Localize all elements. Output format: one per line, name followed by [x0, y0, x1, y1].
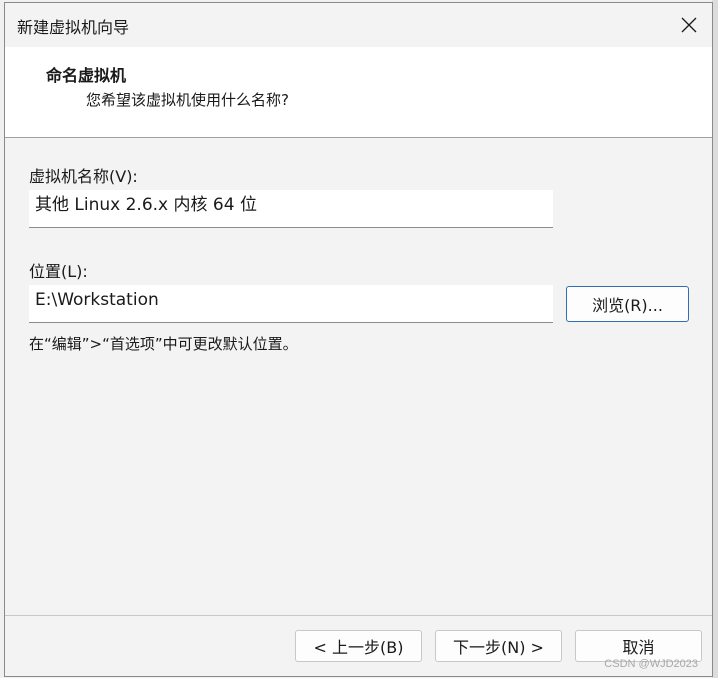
next-button[interactable]: 下一步(N) >: [435, 630, 562, 662]
back-button[interactable]: < 上一步(B): [295, 630, 422, 662]
watermark: CSDN @WJD2023: [604, 658, 698, 670]
vm-name-input[interactable]: 其他 Linux 2.6.x 内核 64 位: [29, 190, 553, 228]
vm-name-label: 虚拟机名称(V):: [29, 167, 138, 186]
title-bar: 新建虚拟机向导: [5, 3, 712, 47]
page-heading: 命名虚拟机: [46, 66, 127, 85]
browse-button[interactable]: 浏览(R)...: [566, 286, 689, 322]
window-title: 新建虚拟机向导: [17, 18, 130, 37]
page-subheading: 您希望该虚拟机使用什么名称?: [86, 91, 289, 109]
location-label: 位置(L):: [29, 262, 88, 281]
location-input[interactable]: E:\Workstation: [29, 285, 553, 323]
wizard-dialog: 新建虚拟机向导 命名虚拟机 您希望该虚拟机使用什么名称? 虚拟机名称(V): 其…: [4, 2, 713, 677]
close-icon: [681, 17, 697, 33]
location-hint: 在“编辑”>“首选项”中可更改默认位置。: [29, 335, 298, 353]
footer-divider: [5, 615, 712, 616]
wizard-header: 命名虚拟机 您希望该虚拟机使用什么名称?: [5, 47, 712, 137]
close-button[interactable]: [666, 3, 712, 47]
header-divider: [5, 137, 712, 138]
